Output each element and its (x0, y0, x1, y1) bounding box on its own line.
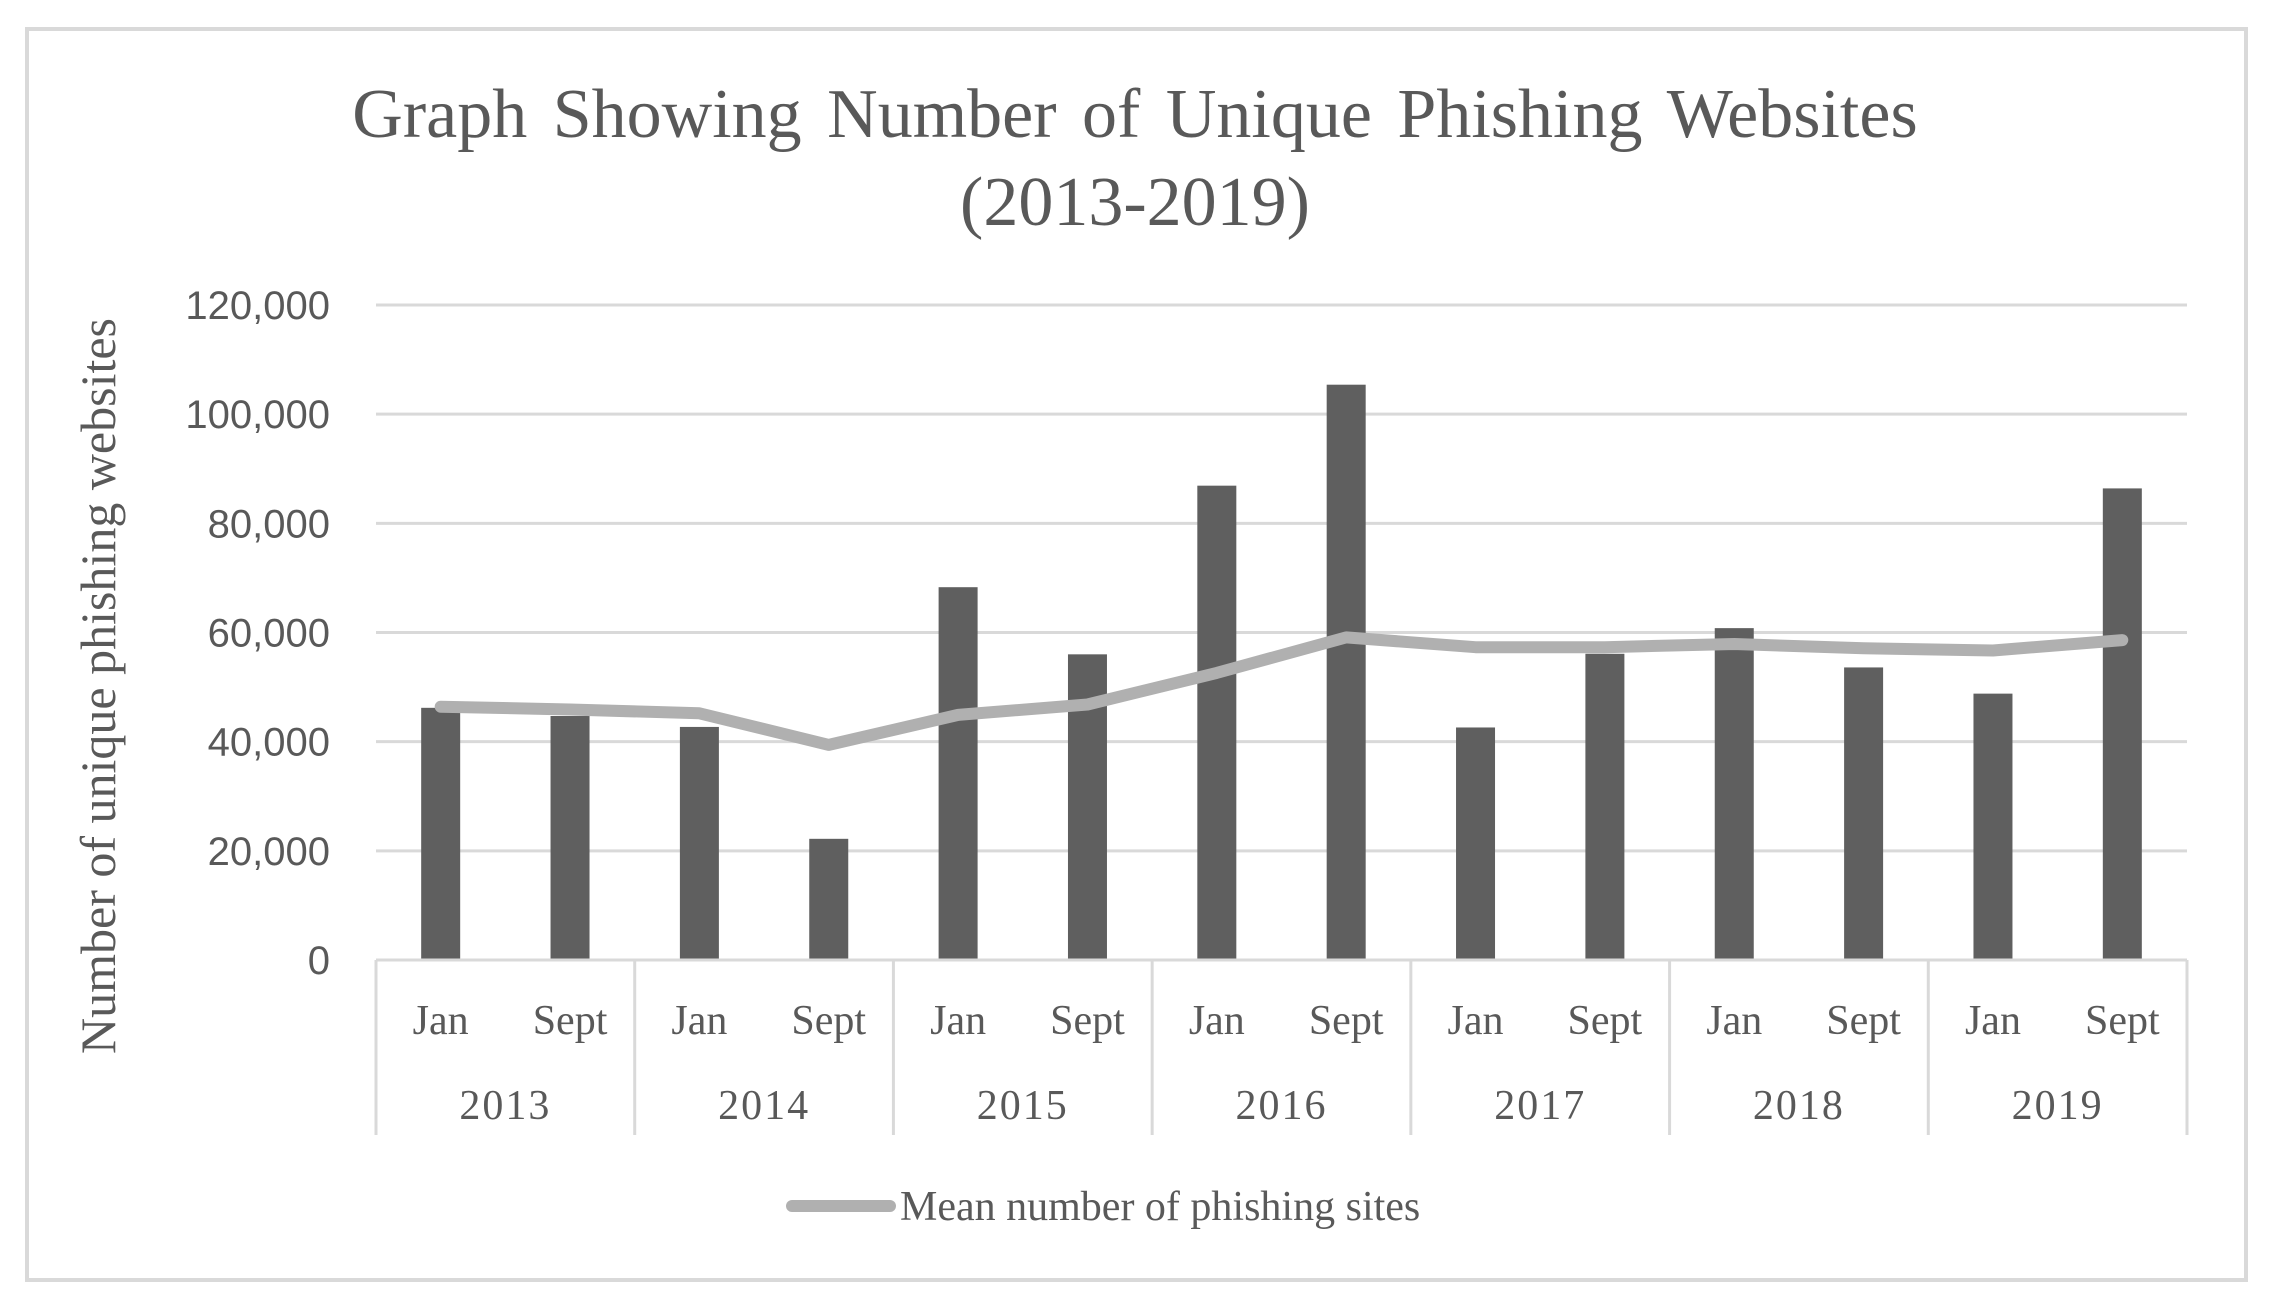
x-tick-label-year: 2013 (459, 1083, 551, 1129)
y-tick-label: 40,000 (208, 721, 330, 765)
x-axis: Jan Sept 2013 Jan Sept 2014 Jan Sept 2015 Jan Sept… (374, 958, 2189, 1135)
bar (1973, 693, 2013, 960)
x-tick-label-month: Sept (533, 998, 608, 1044)
x-tick-label-month: Sept (1309, 998, 1384, 1044)
x-tick-label-month: Jan (671, 998, 727, 1044)
gridlines (376, 303, 2187, 853)
bar (421, 707, 461, 960)
y-tick-label: 0 (308, 939, 330, 983)
x-tick-label-month: Jan (413, 998, 469, 1044)
x-tick-label-year: 2019 (2012, 1083, 2104, 1129)
x-tick-label-year: 2017 (1494, 1083, 1586, 1129)
x-tick-label-month: Sept (1568, 998, 1643, 1044)
x-tick-label-month: Jan (1965, 998, 2021, 1044)
y-axis-ticks: 0 20,000 40,000 60,000 80,000 100,000 120,000 (185, 284, 330, 983)
bar (809, 838, 849, 960)
chart-subtitle: (2013-2019) (960, 164, 1310, 241)
bar (938, 587, 978, 960)
x-tick-label-month: Jan (930, 998, 986, 1044)
x-tick-label-month: Jan (1189, 998, 1245, 1044)
x-tick-label-year: 2016 (1236, 1083, 1328, 1129)
bar (1326, 384, 1366, 961)
bar (1844, 667, 1884, 960)
x-tick-label-year: 2014 (718, 1083, 810, 1129)
bar (550, 716, 590, 960)
bar-series (421, 384, 2142, 961)
bar (1197, 485, 1237, 960)
x-tick-label-month: Sept (791, 998, 866, 1044)
y-tick-label: 100,000 (185, 393, 330, 437)
x-tick-label-month: Sept (1050, 998, 1125, 1044)
bar (679, 726, 719, 960)
y-axis-title: Number of unique phishing websites (70, 318, 126, 1054)
y-tick-label: 80,000 (208, 502, 330, 546)
y-tick-label: 120,000 (185, 284, 330, 328)
legend-label: Mean number of phishing sites (900, 1184, 1420, 1230)
x-tick-label-month: Sept (2085, 998, 2160, 1044)
x-tick-label-year: 2015 (977, 1083, 1069, 1129)
y-tick-label: 60,000 (208, 612, 330, 656)
x-tick-label-month: Sept (1826, 998, 1901, 1044)
y-tick-label: 20,000 (208, 830, 330, 874)
x-tick-label-month: Jan (1448, 998, 1504, 1044)
x-tick-label-month: Jan (1706, 998, 1762, 1044)
legend: Mean number of phishing sites (786, 1184, 1420, 1230)
bar (2102, 488, 2142, 960)
x-tick-label-year: 2018 (1753, 1083, 1845, 1129)
bar (1456, 727, 1496, 960)
chart-title: Graph Showing Number of Unique Phishing … (352, 76, 1917, 153)
chart: Graph Showing Number of Unique Phishing … (70, 76, 2189, 1230)
bar (1714, 628, 1754, 960)
bar (1585, 653, 1625, 960)
